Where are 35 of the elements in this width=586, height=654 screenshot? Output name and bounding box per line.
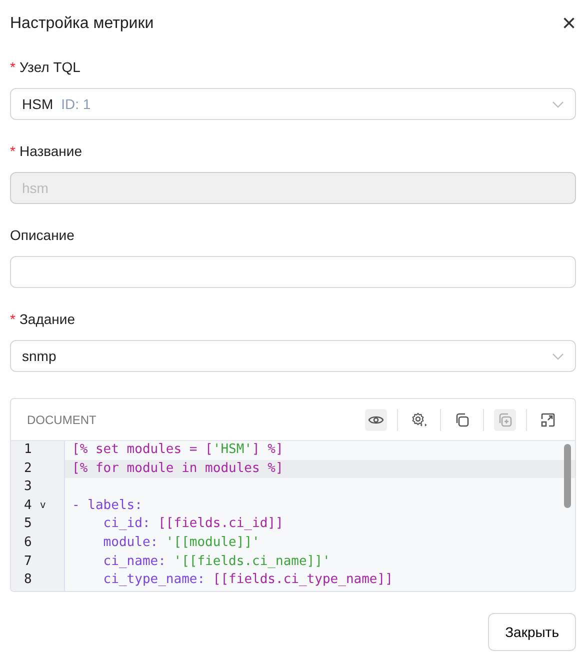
dialog-title: Настройка метрики — [10, 14, 154, 34]
line-number: 3 — [24, 478, 32, 496]
required-mark: * — [10, 59, 16, 75]
line-number: 6 — [24, 534, 32, 552]
line-number: 8 — [24, 571, 32, 590]
required-mark: * — [10, 143, 16, 159]
line-number: 7 — [24, 552, 32, 571]
field-label: Название — [19, 143, 82, 159]
code-line: ci_name: '[[fields.ci_name]]' — [102, 552, 332, 571]
select-field[interactable]: snmp — [10, 340, 576, 372]
line-number: 5 — [24, 515, 32, 534]
code-line: ci_type_name: [[fields.ci_type_name]] — [102, 571, 394, 590]
copy-icon — [454, 412, 470, 428]
code-line: - labels: — [71, 496, 144, 515]
input-field[interactable] — [10, 256, 576, 288]
close-button[interactable]: × — [562, 12, 576, 36]
field-label: Задание — [19, 311, 75, 327]
field-label: Описание — [10, 227, 74, 243]
select-field[interactable]: HSM ID: 1 — [10, 88, 576, 120]
expand-icon — [540, 412, 556, 428]
gear-icon — [411, 412, 427, 428]
code-line: ci_id: [[fields.ci_id]] — [102, 515, 284, 534]
add-copy-icon — [497, 412, 513, 428]
scrollbar-thumb[interactable] — [564, 444, 571, 508]
line-number: 2 — [24, 460, 32, 478]
field-label: Узел TQL — [19, 59, 80, 75]
close-button[interactable]: Закрыть — [488, 613, 576, 651]
editor-title: DOCUMENT — [27, 412, 96, 428]
code-line: module: '[[module]]' — [102, 534, 261, 552]
toolbar-button[interactable] — [365, 408, 387, 430]
required-mark: * — [10, 311, 16, 327]
line-number: 1 — [24, 441, 32, 459]
line-number: 4 — [24, 496, 32, 515]
code-line: [% set modules = ['HSM'] %] — [71, 441, 284, 459]
fold-marker[interactable]: v — [40, 496, 46, 516]
